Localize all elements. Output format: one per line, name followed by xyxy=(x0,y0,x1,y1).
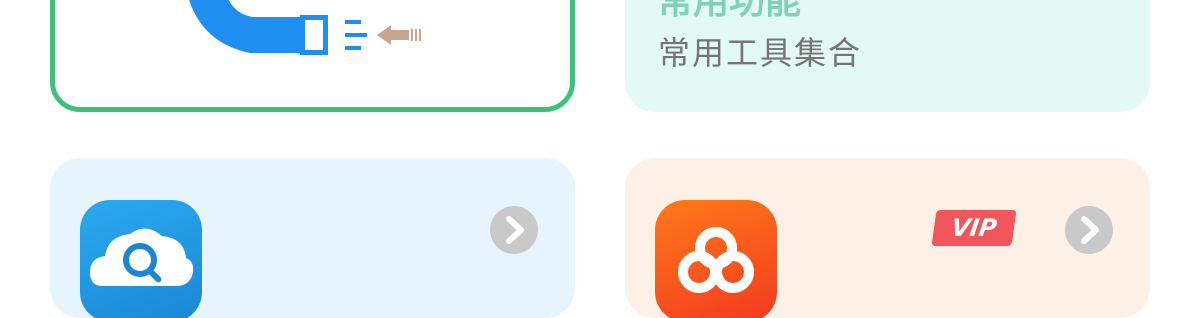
common-tools-card[interactable]: 常用功能 常用工具集合 xyxy=(625,0,1150,112)
vip-badge: VIP xyxy=(931,210,1017,246)
cloud-search-icon xyxy=(80,200,202,318)
cloud-search-card[interactable] xyxy=(50,158,575,318)
magnet-icon xyxy=(189,0,421,55)
magnet-link-card[interactable] xyxy=(50,0,575,112)
chevron-right-icon[interactable] xyxy=(490,206,538,254)
chevron-right-icon[interactable] xyxy=(1065,206,1113,254)
baidu-netdisk-icon xyxy=(655,200,777,318)
card-title: 常用功能 xyxy=(657,0,802,22)
baidu-netdisk-card[interactable]: VIP xyxy=(625,158,1150,318)
card-subtitle: 常用工具集合 xyxy=(658,34,863,72)
